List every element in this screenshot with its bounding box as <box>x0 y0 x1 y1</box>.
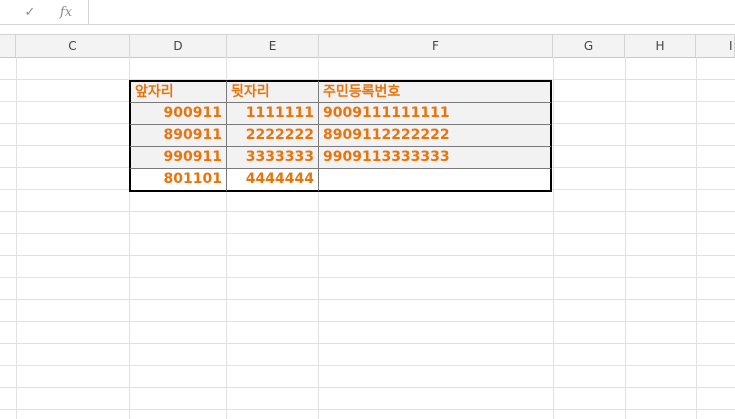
column-header-d[interactable]: D <box>130 35 227 57</box>
table-cell[interactable]: 801101 <box>129 168 226 192</box>
table-cell[interactable]: 8909112222222 <box>318 124 552 146</box>
table-cell[interactable] <box>318 168 552 192</box>
formula-bar-divider <box>88 0 89 24</box>
table-header-cell[interactable]: 뒷자리 <box>226 80 318 102</box>
column-header-e[interactable]: E <box>227 35 319 57</box>
table-cell[interactable]: 2222222 <box>226 124 318 146</box>
column-header-g[interactable]: G <box>553 35 625 57</box>
grid-row-line <box>0 387 735 388</box>
formula-bar: ✓ fx <box>0 0 735 25</box>
grid-row-line <box>0 343 735 344</box>
table-cell[interactable]: 900911 <box>129 102 226 124</box>
table-cell[interactable]: 890911 <box>129 124 226 146</box>
grid-row-line <box>0 277 735 278</box>
grid-row-line <box>0 409 735 410</box>
column-header-left-edge[interactable] <box>0 35 16 57</box>
data-table: 앞자리 뒷자리 주민등록번호 900911 1111111 9009111111111 89… <box>129 80 552 192</box>
grid-row-line <box>0 365 735 366</box>
table-cell[interactable]: 990911 <box>129 146 226 168</box>
column-header-c[interactable]: C <box>16 35 130 57</box>
checkmark-icon[interactable]: ✓ <box>16 0 44 24</box>
formula-input[interactable] <box>92 3 732 21</box>
column-header-h[interactable]: H <box>625 35 696 57</box>
table-header-cell[interactable]: 주민등록번호 <box>318 80 552 102</box>
table-cell[interactable]: 4444444 <box>226 168 318 192</box>
column-header-f[interactable]: F <box>319 35 553 57</box>
function-symbol: fx <box>59 4 73 20</box>
table-cell[interactable]: 1111111 <box>226 102 318 124</box>
grid-row-line <box>0 255 735 256</box>
column-header-i[interactable]: I <box>696 35 735 57</box>
grid-row-line <box>0 321 735 322</box>
column-header-bar: C D E F G H I <box>0 34 735 58</box>
table-cell[interactable]: 9009111111111 <box>318 102 552 124</box>
table-header-cell[interactable]: 앞자리 <box>129 80 226 102</box>
grid-row-line <box>0 233 735 234</box>
confirm-symbol: ✓ <box>24 4 36 20</box>
table-cell[interactable]: 3333333 <box>226 146 318 168</box>
fx-icon[interactable]: fx <box>52 0 80 24</box>
grid-row-line <box>0 299 735 300</box>
grid-row-line <box>0 211 735 212</box>
table-cell[interactable]: 9909113333333 <box>318 146 552 168</box>
